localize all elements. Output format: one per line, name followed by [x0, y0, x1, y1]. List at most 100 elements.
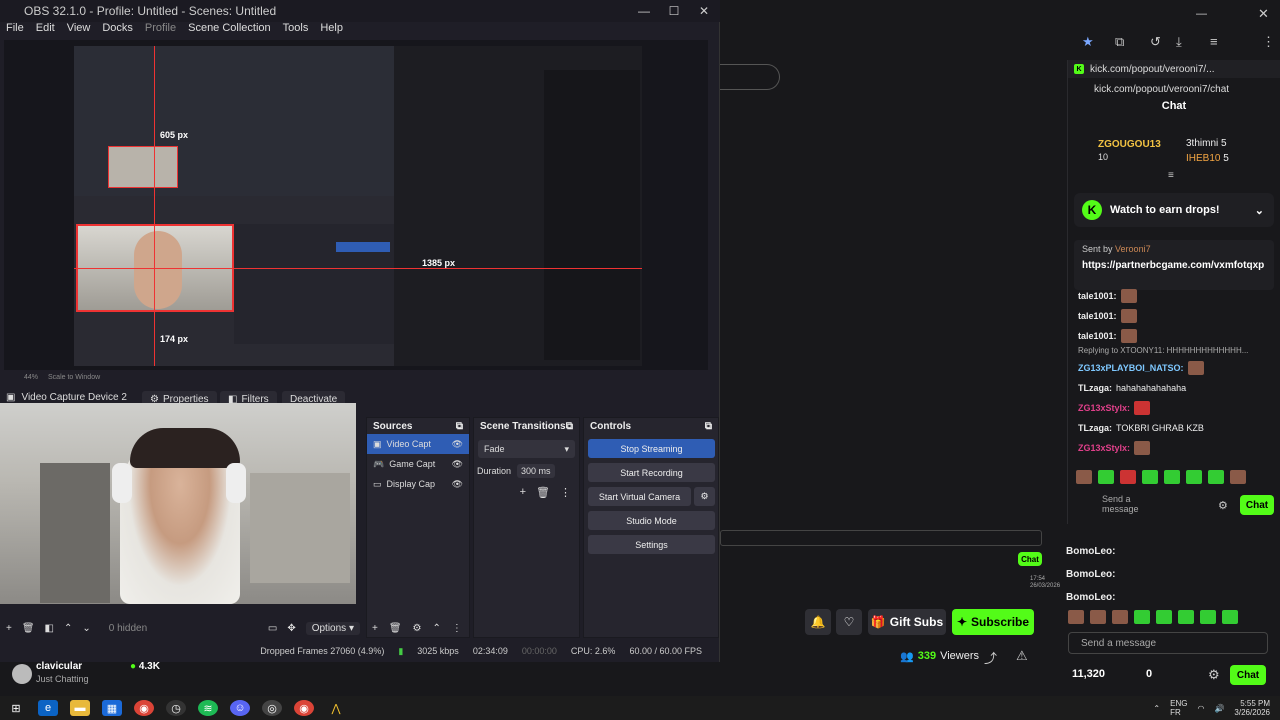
up-icon[interactable]: ⌃	[64, 623, 72, 634]
menu-icon[interactable]: ⋮	[1262, 34, 1275, 50]
subscribe-button[interactable]: ✦ Subscribe	[952, 609, 1034, 635]
wifi-icon[interactable]: ◠	[1197, 704, 1204, 713]
clock-app-icon[interactable]: ◷	[166, 700, 186, 716]
store-icon[interactable]: ▦	[102, 700, 122, 716]
virtual-camera-settings-icon[interactable]: ⚙	[694, 487, 715, 506]
chrome-icon[interactable]: ◉	[134, 700, 154, 716]
dock-undock-icon[interactable]: ⧉	[566, 421, 573, 432]
duration-input[interactable]: 300 ms	[517, 464, 555, 478]
chat-message: TLzaga: TOKBRI GHRAB KZB	[1078, 423, 1204, 433]
discord-icon[interactable]: ☺	[230, 700, 250, 716]
filter-icon[interactable]: ≡	[1168, 170, 1174, 181]
menu-file[interactable]: File	[0, 22, 30, 38]
add-icon[interactable]: +	[520, 486, 526, 499]
menu-scene-collection[interactable]: Scene Collection	[182, 22, 277, 38]
dock-undock-icon[interactable]: ⧉	[456, 421, 463, 432]
popout-send-input[interactable]: Send a message	[1074, 494, 1139, 516]
share-icon[interactable]: ⤴	[984, 648, 997, 667]
chevron-down-icon[interactable]: ⌄	[1255, 204, 1264, 217]
heart-icon[interactable]: ♡	[836, 609, 862, 635]
report-icon[interactable]: ⚠	[1016, 648, 1028, 664]
app-icon[interactable]: ⋀	[326, 700, 346, 716]
queue-icon[interactable]: ≡	[1210, 34, 1218, 49]
menu-help[interactable]: Help	[314, 22, 349, 38]
transform-icon[interactable]: ✥	[287, 623, 295, 634]
chat-send-button[interactable]: Chat	[1230, 665, 1266, 685]
eye-icon[interactable]: 👁	[452, 459, 469, 470]
options-button[interactable]: Options ▾	[305, 621, 360, 635]
obs-icon[interactable]: ◎	[262, 700, 282, 716]
more-icon[interactable]: ⋮	[452, 623, 462, 634]
chat-message: tale1001:	[1068, 286, 1278, 306]
menu-edit[interactable]: Edit	[30, 22, 61, 38]
browser-minimize-icon[interactable]: —	[1196, 8, 1207, 20]
avatar[interactable]	[12, 664, 32, 684]
preview-canvas[interactable]: 605 px 1385 px 174 px	[74, 46, 642, 366]
trash-icon[interactable]: 🗑	[389, 623, 402, 634]
edge-icon[interactable]: e	[38, 700, 58, 716]
source-item[interactable]: 🎮 Game Capt 👁	[367, 454, 469, 474]
minimize-icon[interactable]: —	[628, 0, 660, 22]
trash-icon[interactable]: 🗑	[536, 486, 550, 499]
filter-icon[interactable]: ◧	[45, 623, 54, 634]
source-item[interactable]: ▭ Display Cap 👁	[367, 474, 469, 494]
start-recording-button[interactable]: Start Recording	[588, 463, 715, 482]
gear-icon[interactable]: ⚙	[413, 623, 422, 634]
gift-subs-button[interactable]: 🎁 Gift Subs	[868, 609, 946, 635]
obs-titlebar: OBS 32.1.0 - Profile: Untitled - Scenes:…	[0, 0, 720, 22]
settings-button[interactable]: Settings	[588, 535, 715, 554]
menu-profile[interactable]: Profile	[139, 22, 182, 38]
bookmark-star-icon[interactable]: ★	[1082, 34, 1094, 50]
streamer-name[interactable]: clavicular	[36, 661, 82, 672]
bell-icon[interactable]: 🔔	[805, 609, 831, 635]
browser-address-bar[interactable]	[720, 64, 780, 90]
chrome-icon[interactable]: ◉	[294, 700, 314, 716]
popout-settings-icon[interactable]: ⚙	[1218, 499, 1228, 512]
start-icon[interactable]: ⊞	[6, 700, 26, 716]
down-icon[interactable]: ⌄	[82, 623, 90, 634]
layout-icon[interactable]: ▭	[268, 623, 277, 634]
add-icon[interactable]: +	[6, 623, 12, 634]
start-virtual-camera-button[interactable]: Start Virtual Camera	[588, 487, 691, 506]
volume-icon[interactable]: 🔊	[1214, 704, 1224, 713]
stream-chat-input[interactable]	[720, 530, 1042, 546]
stream-small-chat-button[interactable]: Chat	[1018, 552, 1042, 566]
drops-banner[interactable]: K Watch to earn drops! ⌄	[1074, 193, 1274, 227]
eye-icon[interactable]: 👁	[452, 479, 469, 490]
trash-icon[interactable]: 🗑	[22, 623, 35, 634]
dock-undock-icon[interactable]: ⧉	[705, 421, 712, 432]
clock[interactable]: 5:55 PM 3/26/2026	[1234, 699, 1270, 717]
hidden-count: 0 hidden	[108, 622, 148, 634]
file-explorer-icon[interactable]: ▬	[70, 700, 90, 716]
chat-message: ZG13xPLAYBOI_NATSO:	[1068, 358, 1278, 378]
settings-icon[interactable]: ⚙	[1208, 667, 1220, 683]
streamer-category[interactable]: Just Chatting	[36, 674, 89, 684]
menu-tools[interactable]: Tools	[277, 22, 315, 38]
spotify-icon[interactable]: ≋	[198, 700, 218, 716]
menu-docks[interactable]: Docks	[96, 22, 139, 38]
source-item[interactable]: ▣ Video Capt 👁	[367, 434, 469, 454]
send-message-input[interactable]: Send a message	[1068, 632, 1268, 654]
browser-close-icon[interactable]: ✕	[1258, 6, 1269, 22]
studio-mode-button[interactable]: Studio Mode	[588, 511, 715, 530]
language-indicator[interactable]: ENG FR	[1170, 699, 1187, 717]
download-icon[interactable]: ⤓	[1176, 34, 1182, 50]
up-icon[interactable]: ⌃	[433, 623, 441, 634]
zoom-value[interactable]: 44%	[24, 374, 38, 381]
stop-streaming-button[interactable]: Stop Streaming	[588, 439, 715, 458]
extensions-icon[interactable]: ⧉	[1115, 34, 1124, 50]
maximize-icon[interactable]: ☐	[658, 0, 690, 22]
more-icon[interactable]: ⋮	[560, 486, 571, 499]
scale-mode[interactable]: Scale to Window	[48, 374, 100, 381]
obs-title: OBS 32.1.0 - Profile: Untitled - Scenes:…	[24, 4, 277, 18]
obs-preview[interactable]: 605 px 1385 px 174 px	[4, 40, 708, 370]
menu-view[interactable]: View	[61, 22, 97, 38]
tray-chevron-icon[interactable]: ⌃	[1153, 704, 1160, 713]
history-icon[interactable]: ↺	[1150, 34, 1161, 50]
obs-statusbar: Dropped Frames 27060 (4.9%) ▮ 3025 kbps 0…	[0, 642, 720, 660]
popout-chat-button[interactable]: Chat	[1240, 495, 1274, 515]
add-icon[interactable]: +	[372, 623, 378, 634]
close-icon[interactable]: ✕	[688, 0, 720, 22]
eye-icon[interactable]: 👁	[452, 439, 469, 450]
transition-select[interactable]: Fade ▾	[478, 440, 575, 458]
